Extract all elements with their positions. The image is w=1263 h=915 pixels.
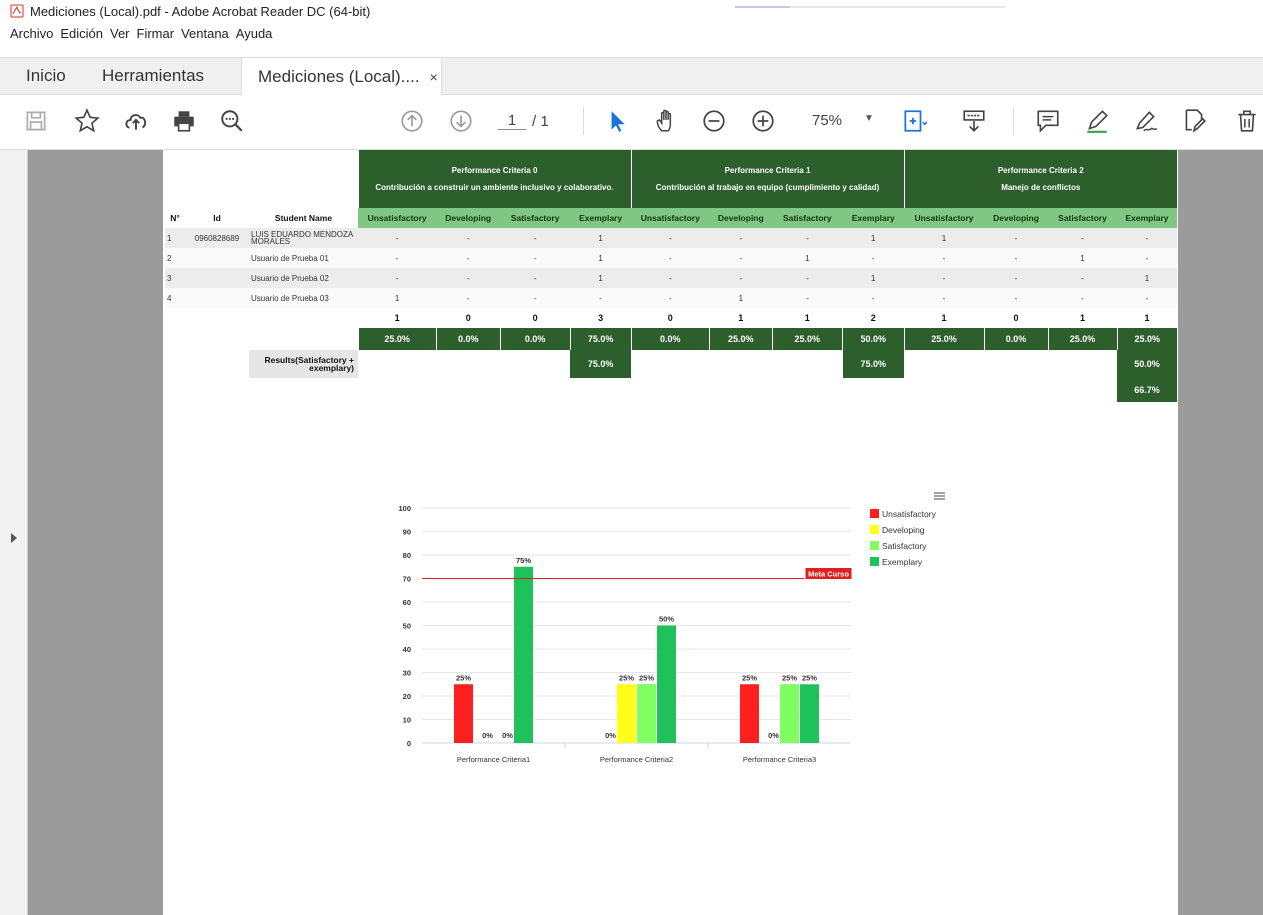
window-title: Mediciones (Local).pdf - Adobe Acrobat R… [30, 3, 371, 19]
bar-data-label: 0% [482, 731, 493, 740]
x-category-label: Performance Criteria2 [600, 755, 673, 764]
bar-data-label: 25% [802, 673, 817, 682]
hand-tool-icon[interactable] [650, 105, 682, 137]
close-tab-icon[interactable]: × [430, 69, 438, 85]
bar-data-label: 25% [619, 673, 634, 682]
menu-firmar[interactable]: Firmar [137, 26, 175, 41]
y-tick-label: 0 [407, 739, 411, 748]
bar-data-label: 75% [516, 556, 531, 565]
bar-data-label: 0% [605, 731, 616, 740]
search-zoom-icon[interactable] [216, 105, 248, 137]
bar [800, 684, 819, 743]
results-bar-chart: 0 10 20 30 40 50 60 70 80 90 100 Performance Criter… [398, 492, 945, 764]
bar-data-label: 25% [782, 673, 797, 682]
y-tick-label: 60 [403, 598, 411, 607]
highlight-pen-icon[interactable] [1081, 105, 1113, 137]
bar [740, 684, 759, 743]
left-navigation-panel[interactable] [0, 150, 28, 915]
menu-ver[interactable]: Ver [110, 26, 130, 41]
upload-cloud-icon[interactable] [120, 105, 152, 137]
legend-label: Unsatisfactory [882, 509, 937, 519]
tab-document[interactable]: Mediciones (Local).... × [242, 58, 442, 96]
x-category-label: Performance Criteria3 [743, 755, 816, 764]
tab-inicio[interactable]: Inicio [0, 58, 82, 94]
bar [780, 684, 799, 743]
bar-data-label: 0% [502, 731, 513, 740]
menu-archivo[interactable]: Archivo [10, 26, 53, 41]
bar-data-label: 25% [456, 673, 471, 682]
y-tick-label: 10 [403, 716, 411, 725]
next-page-icon[interactable] [445, 105, 477, 137]
x-category-label: Performance Criteria1 [457, 755, 530, 764]
toolbar: 1 / 1 75% ▼ [0, 95, 1263, 150]
bar-data-label: 0% [768, 731, 779, 740]
edit-pdf-icon[interactable] [1178, 105, 1210, 137]
page-indicator: 1 / 1 [498, 112, 549, 130]
window-titlebar: Mediciones (Local).pdf - Adobe Acrobat R… [0, 0, 1263, 22]
legend-swatch [870, 509, 879, 518]
pdf-page: Performance Criteria 0 Contribución a co… [163, 150, 1178, 915]
legend-label: Developing [882, 525, 925, 535]
bar-data-label: 25% [742, 673, 757, 682]
toolbar-separator [583, 107, 584, 135]
legend-label: Satisfactory [882, 541, 927, 551]
zoom-dropdown-icon[interactable]: ▼ [864, 113, 874, 124]
document-viewer[interactable]: Performance Criteria 0 Contribución a co… [0, 150, 1263, 915]
bar [637, 684, 656, 743]
previous-page-icon[interactable] [396, 105, 428, 137]
delete-icon[interactable] [1231, 105, 1263, 137]
scroll-mode-icon[interactable] [958, 105, 990, 137]
y-tick-label: 70 [403, 575, 411, 584]
bar [617, 684, 636, 743]
print-icon[interactable] [168, 105, 200, 137]
tab-bar: Inicio Herramientas Mediciones (Local)..… [0, 57, 1263, 96]
bar-data-label: 25% [639, 673, 654, 682]
bar [514, 566, 533, 743]
y-tick-label: 100 [398, 504, 411, 513]
sign-icon[interactable] [1130, 105, 1162, 137]
legend-swatch [870, 557, 879, 566]
y-tick-label: 50 [403, 622, 411, 631]
bar-data-label: 50% [659, 615, 674, 624]
y-tick-label: 80 [403, 551, 411, 560]
toolbar-separator [1013, 107, 1014, 135]
legend-label: Exemplary [882, 557, 923, 567]
save-icon[interactable] [20, 105, 52, 137]
zoom-out-icon[interactable] [698, 105, 730, 137]
fit-page-icon[interactable] [898, 105, 930, 137]
legend-swatch [870, 525, 879, 534]
legend-swatch [870, 541, 879, 550]
menu-ventana[interactable]: Ventana [181, 26, 229, 41]
menu-ayuda[interactable]: Ayuda [236, 26, 273, 41]
target-label: Meta Curso [808, 570, 849, 579]
y-tick-label: 20 [403, 692, 411, 701]
bar [454, 684, 473, 743]
zoom-in-icon[interactable] [747, 105, 779, 137]
comment-icon[interactable] [1032, 105, 1064, 137]
bookmark-star-icon[interactable] [71, 105, 103, 137]
title-progress-hint [735, 6, 1005, 8]
y-tick-label: 40 [403, 645, 411, 654]
y-tick-label: 90 [403, 528, 411, 537]
page-number-input[interactable]: 1 [498, 112, 526, 130]
tab-herramientas[interactable]: Herramientas [82, 58, 242, 94]
pdf-icon [10, 4, 24, 18]
menu-bar: Archivo Edición Ver Firmar Ventana Ayuda [0, 22, 1263, 44]
select-cursor-icon[interactable] [601, 105, 633, 137]
menu-edicion[interactable]: Edición [60, 26, 103, 41]
zoom-level[interactable]: 75% [812, 112, 842, 129]
expand-panel-arrow-icon[interactable] [11, 533, 17, 543]
bar [657, 625, 676, 743]
tab-document-label: Mediciones (Local).... [258, 67, 420, 86]
y-tick-label: 30 [403, 669, 411, 678]
page-total: / 1 [532, 112, 549, 130]
